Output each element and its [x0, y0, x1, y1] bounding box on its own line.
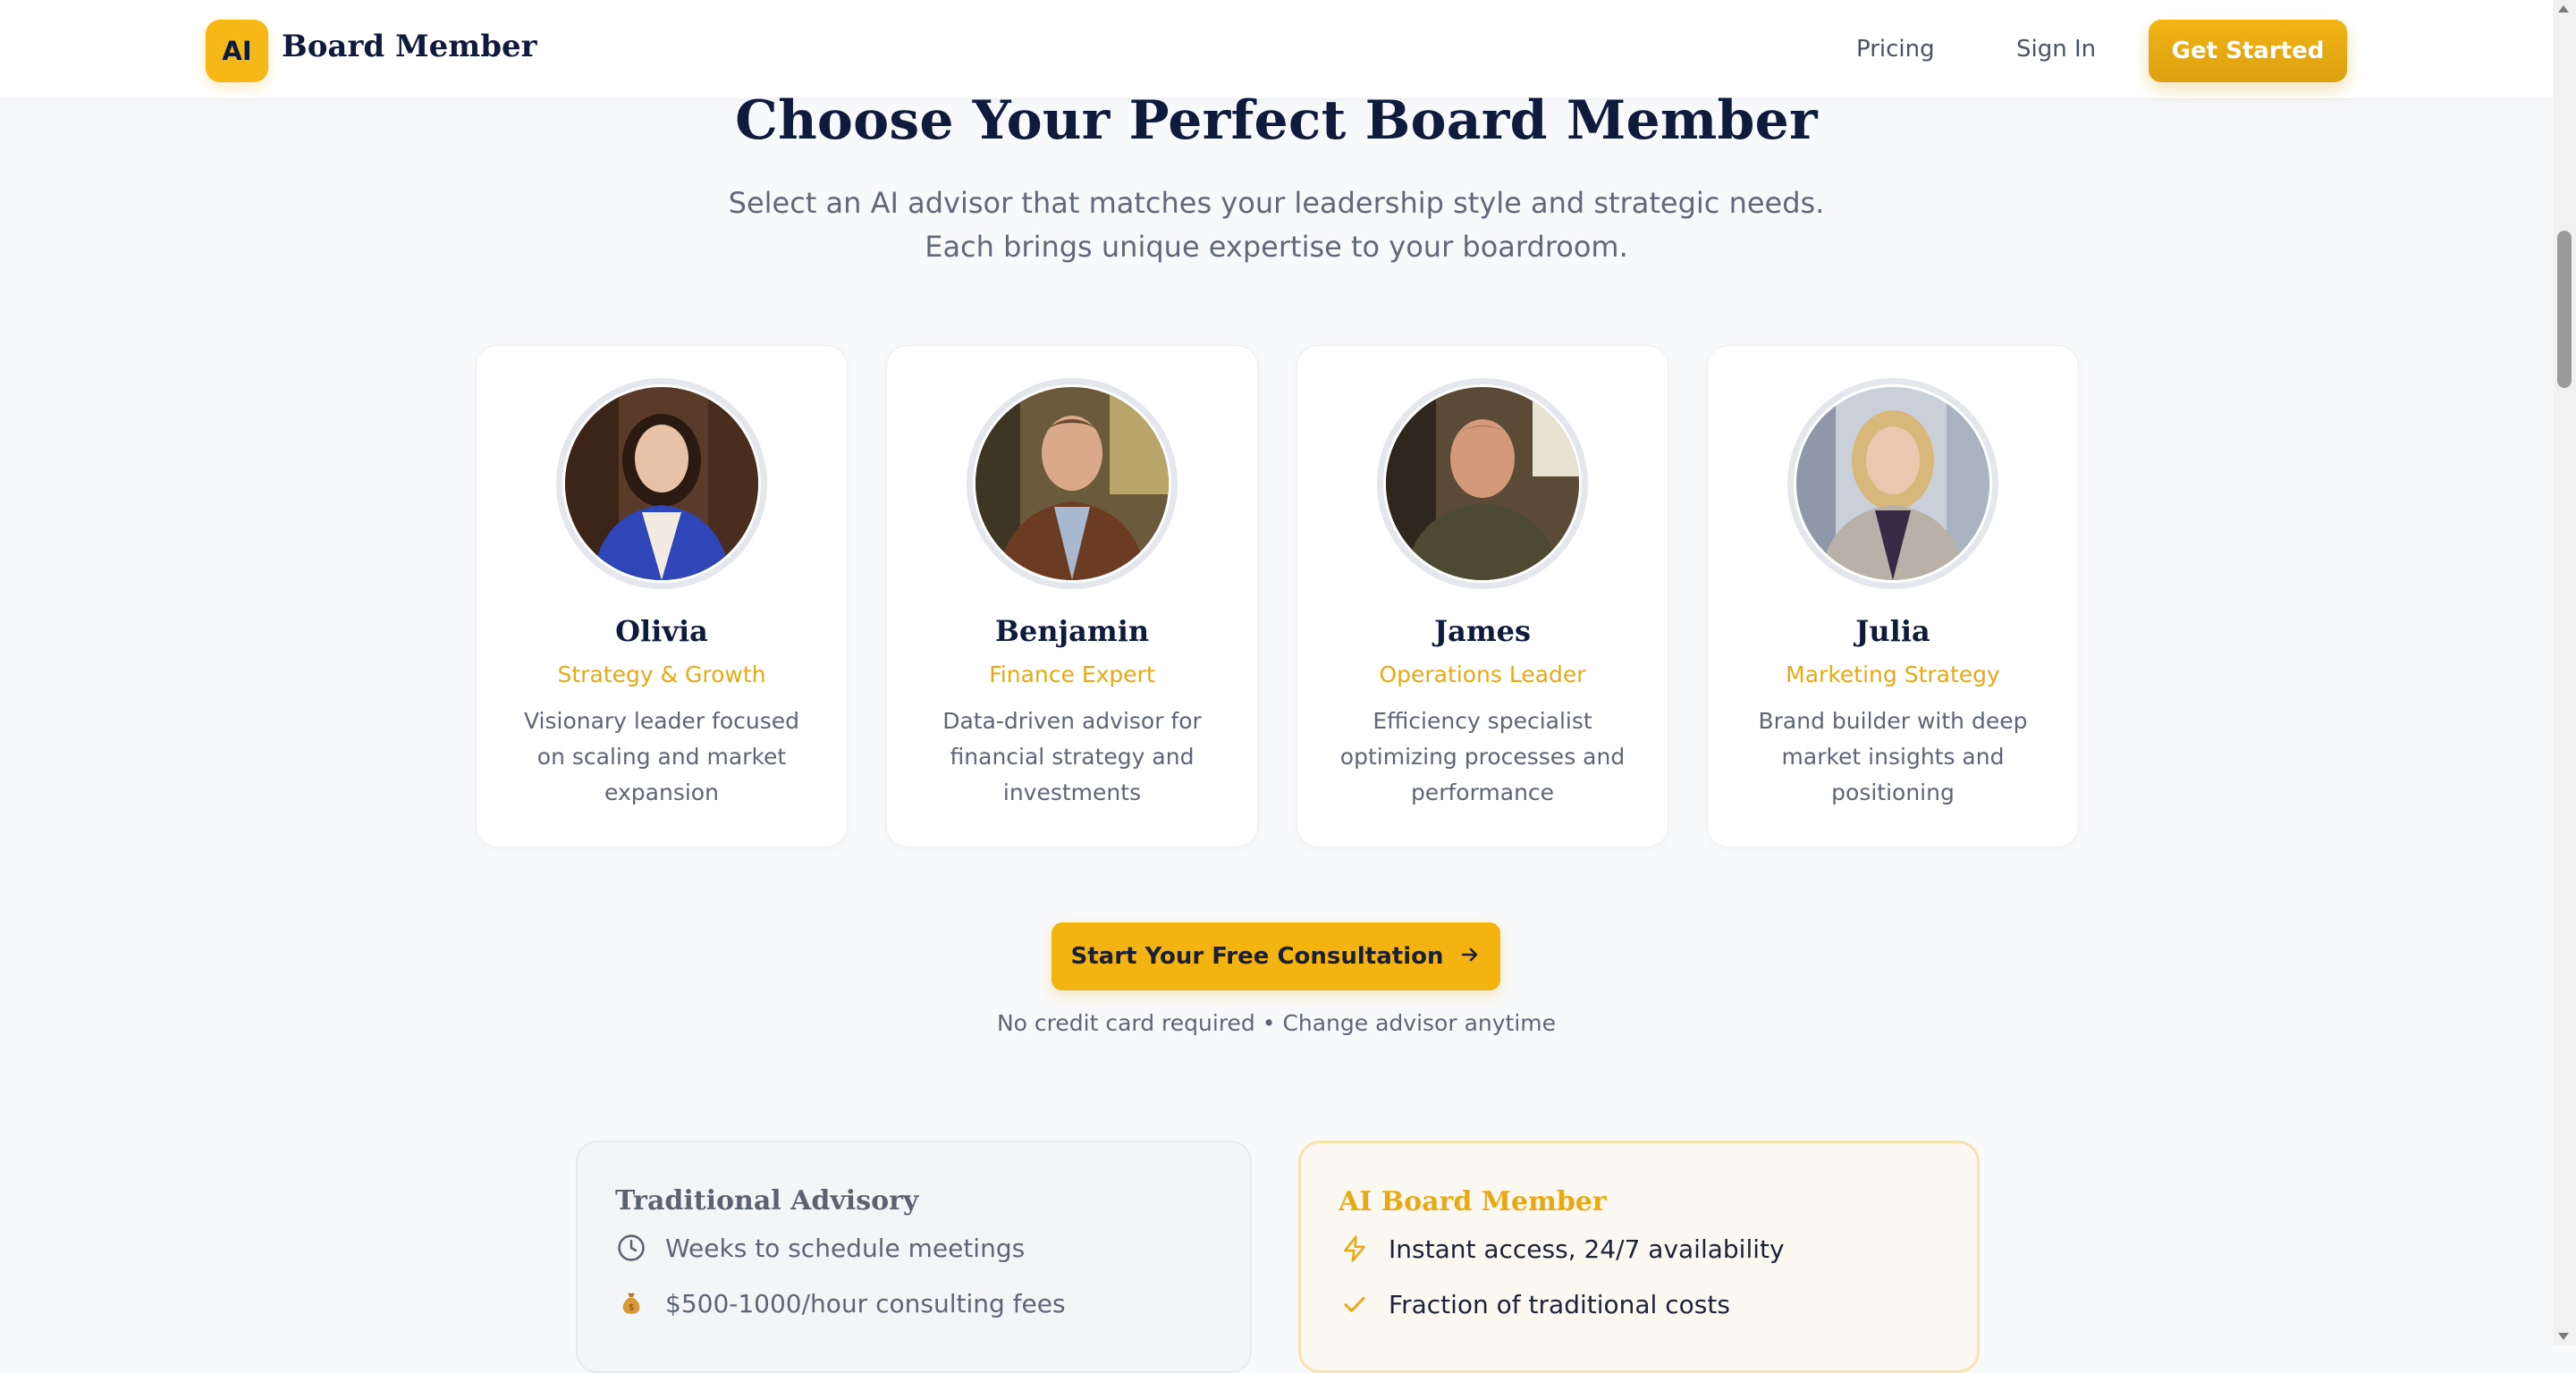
- scrollbar[interactable]: [2553, 0, 2576, 1345]
- advisor-card-olivia[interactable]: Olivia Strategy & Growth Visionary leade…: [476, 345, 848, 847]
- scrollbar-thumb[interactable]: [2557, 231, 2572, 388]
- start-consultation-label: Start Your Free Consultation: [1070, 943, 1444, 970]
- ai-item-text: Fraction of traditional costs: [1389, 1289, 1730, 1319]
- traditional-item: Weeks to schedule meetings: [615, 1230, 1025, 1266]
- advisor-role: Operations Leader: [1379, 661, 1586, 687]
- avatar-james: [1377, 378, 1588, 589]
- traditional-item-text: $500-1000/hour consulting fees: [665, 1288, 1066, 1318]
- traditional-advisory-card: Traditional Advisory Weeks to schedule m…: [576, 1141, 1252, 1373]
- ai-board-member-title: AI Board Member: [1339, 1186, 1607, 1217]
- scroll-down-arrow-icon[interactable]: [2558, 1333, 2569, 1340]
- start-consultation-button[interactable]: Start Your Free Consultation: [1052, 922, 1500, 990]
- top-navigation: AI Board Member Pricing Sign In Get Star…: [0, 0, 2553, 99]
- nav-sign-in-link[interactable]: Sign In: [2016, 36, 2096, 63]
- ai-item: Fraction of traditional costs: [1339, 1286, 1730, 1322]
- money-bag-icon: $: [615, 1287, 647, 1319]
- advisor-description: Data-driven advisor for financial strate…: [942, 708, 1202, 805]
- ai-item: Instant access, 24/7 availability: [1339, 1231, 1785, 1267]
- advisor-role: Marketing Strategy: [1786, 661, 2000, 687]
- avatar-benjamin: [967, 378, 1178, 589]
- svg-text:$: $: [629, 1303, 634, 1313]
- traditional-item-text: Weeks to schedule meetings: [665, 1233, 1026, 1263]
- traditional-item: $ $500-1000/hour consulting fees: [615, 1285, 1066, 1321]
- advisor-cards: Olivia Strategy & Growth Visionary leade…: [476, 345, 2079, 847]
- arrow-right-icon: [1459, 944, 1481, 970]
- advisor-name: Benjamin: [994, 614, 1150, 648]
- advisor-name: James: [1433, 614, 1532, 648]
- page-subtitle-line-2: Each brings unique expertise to your boa…: [925, 230, 1628, 264]
- advisor-name: Olivia: [615, 614, 708, 648]
- scroll-up-arrow-icon[interactable]: [2558, 5, 2569, 13]
- nav-pricing-link[interactable]: Pricing: [1856, 36, 1935, 63]
- ai-board-member-card: AI Board Member Instant access, 24/7 ava…: [1298, 1141, 1980, 1373]
- traditional-advisory-title: Traditional Advisory: [615, 1185, 919, 1217]
- page-title: Choose Your Perfect Board Member: [735, 89, 1818, 152]
- brand-name[interactable]: Board Member: [282, 29, 537, 64]
- advisor-card-james[interactable]: James Operations Leader Efficiency speci…: [1296, 345, 1668, 847]
- advisor-card-julia[interactable]: Julia Marketing Strategy Brand builder w…: [1707, 345, 2079, 847]
- avatar-julia: [1787, 378, 1998, 589]
- advisor-role: Strategy & Growth: [557, 661, 766, 687]
- logo-badge[interactable]: AI: [206, 20, 268, 82]
- check-icon: [1339, 1288, 1371, 1320]
- ai-item-text: Instant access, 24/7 availability: [1389, 1234, 1785, 1264]
- clock-icon: [615, 1232, 647, 1264]
- lightning-icon: [1339, 1233, 1371, 1265]
- get-started-button[interactable]: Get Started: [2149, 20, 2347, 82]
- cta-note: No credit card required • Change advisor…: [996, 1010, 1557, 1036]
- advisor-description: Efficiency specialist optimizing process…: [1339, 708, 1626, 805]
- page-subtitle-line-1: Select an AI advisor that matches your l…: [728, 186, 1825, 220]
- advisor-description: Brand builder with deep market insights …: [1758, 708, 2028, 805]
- advisor-role: Finance Expert: [989, 661, 1155, 687]
- advisor-card-benjamin[interactable]: Benjamin Finance Expert Data-driven advi…: [886, 345, 1258, 847]
- avatar-olivia: [556, 378, 767, 589]
- advisor-description: Visionary leader focused on scaling and …: [523, 708, 800, 805]
- advisor-name: Julia: [1855, 614, 1930, 648]
